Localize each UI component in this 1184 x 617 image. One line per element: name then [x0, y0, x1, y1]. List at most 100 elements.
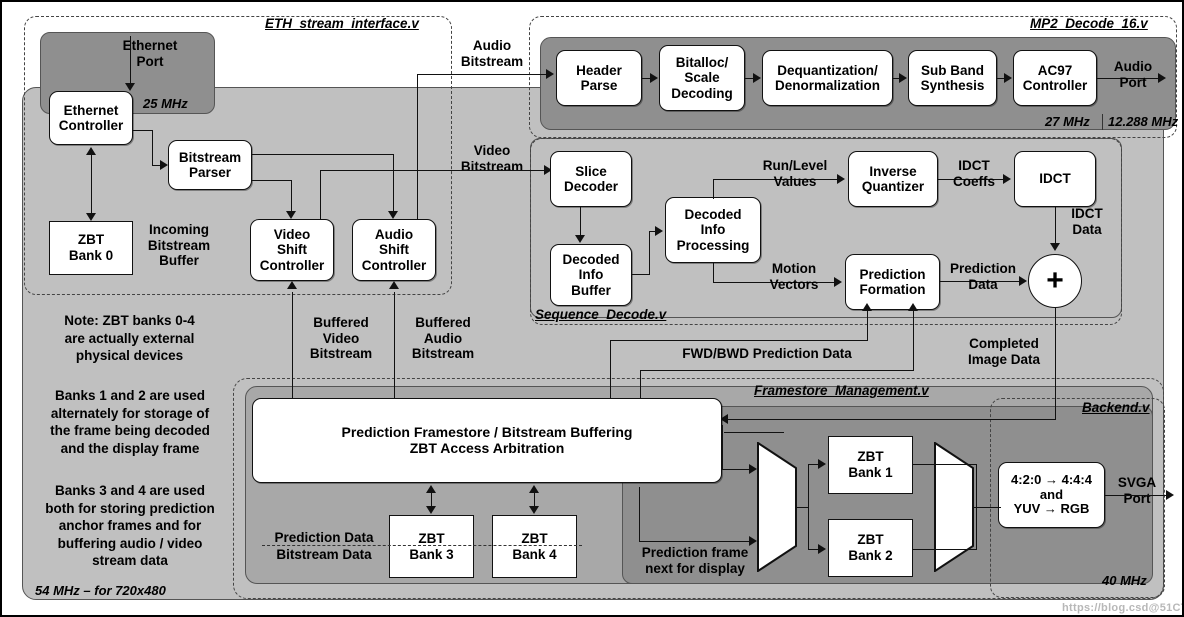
- dequantization-block[interactable]: Dequantization/ Denormalization: [762, 50, 893, 106]
- wire-cc-to-svga: [1105, 495, 1167, 496]
- wire-backend-feedback-h: [724, 432, 784, 433]
- buffered-audio-bitstream-label: Buffered Audio Bitstream: [411, 315, 475, 362]
- arrow-deq-to-sbs: [899, 73, 907, 83]
- watermark: https://blog.csd@51CTO博客: [1062, 602, 1182, 614]
- wire-predframe-v: [639, 487, 640, 542]
- audio-bitstream-label: Audio Bitstream: [460, 38, 524, 69]
- inverse-quantizer-block[interactable]: Inverse Quantizer: [848, 151, 938, 207]
- idct-data-label: IDCT Data: [1071, 206, 1103, 237]
- arrow-bsd-to-deq: [753, 73, 761, 83]
- header-parse-block[interactable]: Header Parse: [556, 50, 642, 106]
- incoming-bitstream-buffer-label: Incoming Bitstream Buffer: [147, 222, 211, 269]
- wire-completed-image-v: [1055, 308, 1056, 420]
- arrow-arb-zbt3-up: [426, 485, 436, 493]
- arrow-arb-zbt4-down: [529, 506, 539, 514]
- arrow-slice-to-dib: [575, 235, 585, 243]
- framestore-arbitration-block[interactable]: Prediction Framestore / Bitstream Buffer…: [252, 398, 722, 483]
- arrow-arb-zbt4-up: [529, 485, 539, 493]
- wire-parser-to-asc-v: [393, 154, 394, 213]
- zbt-bank0-block[interactable]: ZBT Bank 0: [49, 221, 133, 275]
- wire-fwdbwd-b-v2: [913, 310, 914, 371]
- wire-dip-to-pf-v: [713, 263, 714, 282]
- note-banks-3-4: Banks 3 and 4 are used both for storing …: [45, 483, 215, 569]
- arrow-sbs-to-ac97: [1004, 73, 1012, 83]
- wire-buffered-audio: [394, 292, 395, 404]
- buffered-video-bitstream-label: Buffered Video Bitstream: [309, 315, 373, 362]
- framestore-clock-label: 54 MHz – for 720x480: [35, 583, 166, 598]
- ac97-clock-label: 12.288 MHz: [1108, 114, 1179, 129]
- wire-video-bitstream-v: [320, 170, 321, 220]
- bitstream-parser-block[interactable]: Bitstream Parser: [168, 140, 252, 190]
- completed-image-data-label: Completed Image Data: [967, 336, 1041, 367]
- svga-port-label: SVGA Port: [1117, 475, 1157, 506]
- framestore-module-name: Framestore_Management.v: [754, 383, 929, 398]
- adder-block[interactable]: +: [1028, 254, 1082, 308]
- arrow-audio-to-mp2: [546, 69, 554, 79]
- audio-shift-controller-block[interactable]: Audio Shift Controller: [352, 219, 436, 281]
- zbt-bank3-block[interactable]: ZBT Bank 3: [389, 515, 474, 578]
- decoded-info-processing-block[interactable]: Decoded Info Processing: [665, 197, 761, 263]
- wire-parser-to-vsc-v: [291, 180, 292, 213]
- prediction-formation-block[interactable]: Prediction Formation: [845, 254, 940, 310]
- ac97-controller-block[interactable]: AC97 Controller: [1013, 50, 1097, 106]
- prediction-data-label: Prediction Data: [949, 261, 1016, 292]
- fwd-bwd-prediction-data-label: FWD/BWD Prediction Data: [682, 346, 852, 361]
- motion-vectors-label: Motion Vectors: [769, 261, 819, 292]
- arrow-zbt0-to-controller: [86, 147, 96, 155]
- idct-block[interactable]: IDCT: [1014, 151, 1096, 207]
- arrow-dib-to-dip: [655, 226, 663, 236]
- eth-module-name: ETH_stream_interface.v: [265, 16, 419, 31]
- arrow-parser-to-vsc: [286, 211, 296, 219]
- wire-dib-to-dip-v: [649, 231, 650, 275]
- bitstream-data-bus-label: Bitstream Data: [276, 547, 372, 562]
- wire-fwdbwd-a-v2: [867, 310, 868, 341]
- display-mux-2[interactable]: [934, 442, 974, 572]
- arrow-fwdbwd-a: [862, 303, 872, 311]
- wire-dip-to-iq-v: [713, 179, 714, 199]
- sub-band-synthesis-block[interactable]: Sub Band Synthesis: [908, 50, 997, 106]
- arrow-arb-to-mux1: [749, 464, 757, 474]
- mp2-module-name: MP2_Decode_16.v: [1030, 16, 1148, 31]
- color-conversion-block[interactable]: 4:2:0 → 4:4:4 and YUV → RGB: [998, 462, 1105, 528]
- mp2-clock-label: 27 MHz: [1045, 114, 1090, 129]
- wire-parser-to-asc-h: [252, 154, 394, 155]
- sequence-module-name: Sequence_Decode.v: [535, 307, 667, 322]
- zbt-bank1-block[interactable]: ZBT Bank 1: [828, 436, 913, 494]
- run-level-values-label: Run/Level Values: [762, 158, 828, 189]
- zbt-bank2-block[interactable]: ZBT Bank 2: [828, 519, 913, 577]
- wire-slice-to-dib: [580, 207, 581, 237]
- arrow-predframe-to-mux1: [749, 536, 757, 546]
- arrow-idct-to-adder: [1050, 243, 1060, 251]
- audio-port-label: Audio Port: [1113, 59, 1153, 90]
- note-banks-1-2: Banks 1 and 2 are used alternately for s…: [50, 388, 210, 456]
- wire-mux1-split: [808, 464, 809, 550]
- prediction-frame-next-label: Prediction frame next for display: [641, 545, 749, 576]
- wire-arb-to-mux1-h: [722, 469, 750, 470]
- wire-controller-zbt0: [91, 150, 92, 216]
- ethernet-controller-block[interactable]: Ethernet Controller: [49, 91, 133, 145]
- arrow-arb-zbt3-down: [426, 506, 436, 514]
- arrow-iq-to-idct: [1003, 174, 1011, 184]
- arrow-hp-to-bsd: [650, 73, 658, 83]
- wire-audio-bitstream-h: [417, 74, 547, 75]
- wire-fwdbwd-b-h: [640, 370, 914, 371]
- bitalloc-scale-decoding-block[interactable]: Bitalloc/ Scale Decoding: [659, 45, 745, 111]
- video-shift-controller-block[interactable]: Video Shift Controller: [250, 219, 334, 281]
- backend-module-name: Backend.v: [1082, 400, 1150, 415]
- wire-buffered-video: [292, 292, 293, 404]
- arrow-fwdbwd-b: [908, 303, 918, 311]
- wire-completed-image-h: [727, 419, 1056, 420]
- wire-zbt1-to-mux2: [913, 464, 977, 465]
- wire-predframe-h: [639, 541, 750, 542]
- wire-fwdbwd-a-h: [610, 340, 868, 341]
- slice-decoder-block[interactable]: Slice Decoder: [550, 151, 632, 207]
- decoded-info-buffer-block[interactable]: Decoded Info Buffer: [550, 244, 632, 306]
- diagram-canvas: Ethernet Port 25 MHz ETH_stream_interfac…: [0, 0, 1184, 617]
- arrow-port-to-controller: [125, 83, 135, 91]
- wire-idct-to-adder: [1055, 207, 1056, 245]
- prediction-data-bus-label: Prediction Data: [274, 530, 374, 545]
- wire-parser-to-vsc-h: [252, 180, 292, 181]
- backend-clock-label: 40 MHz: [1102, 573, 1147, 588]
- wire-dib-to-dip-h: [632, 274, 650, 275]
- zbt-bank4-block[interactable]: ZBT Bank 4: [492, 515, 577, 578]
